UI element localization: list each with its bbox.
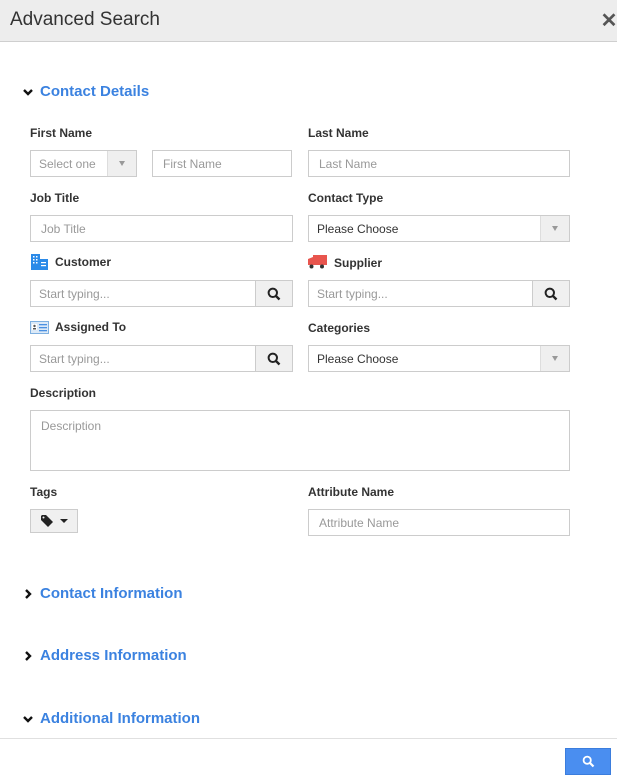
assigned-to-search: Start typing...: [30, 345, 293, 372]
customer-search-button[interactable]: [255, 281, 292, 306]
first-name-label: First Name: [30, 126, 93, 140]
chevron-right-icon: [25, 588, 32, 599]
chevron-down-icon: [23, 88, 33, 96]
search-icon: [582, 755, 594, 768]
job-title-label: Job Title: [30, 191, 80, 205]
chevron-right-icon: [25, 650, 32, 661]
dropdown-arrow-icon: [540, 216, 569, 241]
customer-search: Start typing...: [30, 280, 293, 307]
supplier-label-row: Supplier: [308, 254, 382, 271]
supplier-input[interactable]: Start typing...: [309, 281, 532, 306]
id-card-icon: [30, 320, 49, 334]
truck-icon: [308, 255, 327, 269]
section-toggle-address-information[interactable]: Address Information: [22, 647, 187, 664]
supplier-search-button[interactable]: [532, 281, 569, 306]
attribute-name-label: Attribute Name: [308, 485, 395, 499]
assigned-to-search-button[interactable]: [255, 346, 292, 371]
section-label: Address Information: [40, 647, 187, 664]
assigned-to-label: Assigned To: [55, 320, 127, 334]
dropdown-arrow-icon: [540, 346, 569, 371]
tags-label: Tags: [30, 485, 58, 499]
categories-select[interactable]: Please Choose: [308, 345, 570, 372]
search-submit-button[interactable]: [565, 748, 611, 775]
search-icon: [267, 287, 281, 300]
section-toggle-additional-information[interactable]: Additional Information: [22, 710, 200, 727]
contact-type-value: Please Choose: [317, 221, 399, 236]
dropdown-arrow-icon: [107, 151, 136, 176]
last-name-label: Last Name: [308, 126, 369, 140]
supplier-label: Supplier: [334, 255, 383, 270]
customer-label-row: Customer: [30, 254, 111, 270]
section-label: Contact Details: [40, 83, 150, 100]
categories-value: Please Choose: [317, 351, 399, 366]
assigned-to-input[interactable]: Start typing...: [31, 346, 255, 371]
chevron-down-icon: [23, 715, 33, 723]
contact-type-label: Contact Type: [308, 191, 384, 205]
customer-label: Customer: [55, 255, 112, 269]
tag-icon: [40, 515, 53, 527]
first-name-input[interactable]: First Name: [152, 150, 292, 177]
dialog-title: Advanced Search: [10, 9, 160, 30]
categories-label: Categories: [308, 321, 371, 335]
caret-down-icon: [59, 519, 68, 523]
section-toggle-contact-details[interactable]: Contact Details: [22, 83, 149, 100]
section-label: Additional Information: [40, 710, 200, 727]
footer-divider: [0, 738, 617, 739]
section-label: Contact Information: [40, 585, 183, 602]
search-icon: [544, 287, 558, 300]
section-toggle-contact-information[interactable]: Contact Information: [22, 585, 183, 602]
description-textarea[interactable]: Description: [30, 410, 570, 471]
job-title-input[interactable]: Job Title: [30, 215, 293, 242]
supplier-search: Start typing...: [308, 280, 570, 307]
dialog-header: Advanced Search ✕: [0, 0, 617, 42]
search-icon: [267, 352, 281, 365]
attribute-name-input[interactable]: Attribute Name: [308, 509, 570, 536]
customer-input[interactable]: Start typing...: [31, 281, 255, 306]
description-label: Description: [30, 386, 97, 400]
contact-type-select[interactable]: Please Choose: [308, 215, 570, 242]
tags-dropdown-button[interactable]: [30, 509, 78, 533]
assigned-to-label-row: Assigned To: [30, 320, 126, 334]
salutation-value: Select one: [39, 156, 96, 171]
salutation-select[interactable]: Select one: [30, 150, 137, 177]
last-name-input[interactable]: Last Name: [308, 150, 570, 177]
close-icon[interactable]: ✕: [599, 10, 617, 32]
building-icon: [31, 254, 48, 270]
